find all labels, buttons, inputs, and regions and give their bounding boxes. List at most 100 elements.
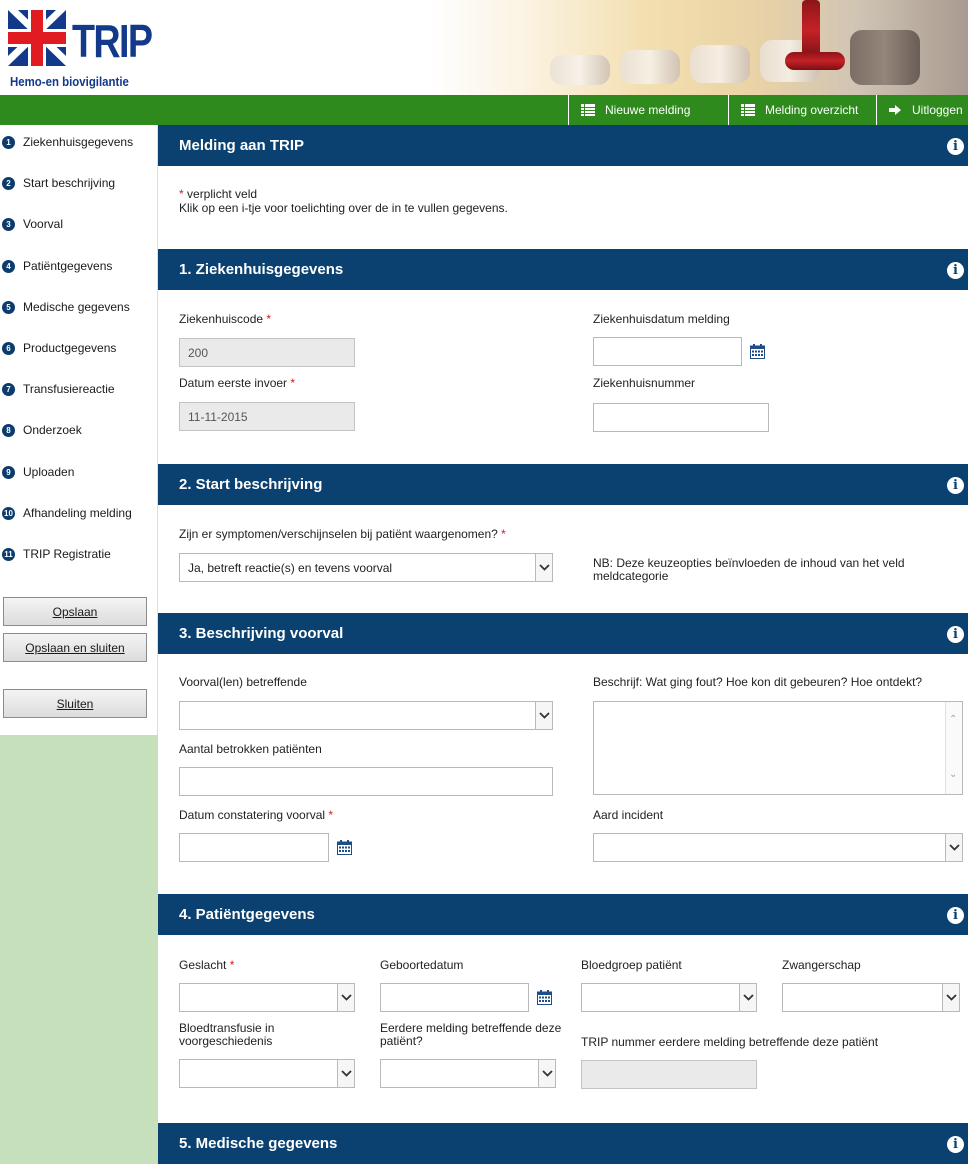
info-icon[interactable]: i	[947, 137, 964, 155]
scroll-up-icon[interactable]: ⌃	[949, 714, 957, 725]
sidebar-step[interactable]: 8 Onderzoek	[0, 415, 158, 445]
gender-select[interactable]	[179, 983, 355, 1012]
incidents-select[interactable]	[179, 701, 553, 730]
transfusion-history-select[interactable]	[179, 1059, 355, 1088]
logout-label: Uitloggen	[912, 103, 963, 117]
logo-text: TRIP	[72, 15, 153, 67]
step-label: Ziekenhuisgegevens	[23, 135, 134, 149]
sidebar-step[interactable]: 2 Start beschrijving	[0, 168, 158, 198]
close-button[interactable]: Sluiten	[3, 689, 147, 718]
section-title: 2. Start beschrijving	[179, 476, 323, 493]
step-number-badge: 10	[2, 506, 15, 520]
trip-number-field[interactable]	[581, 1060, 757, 1089]
info-instructions: Klik op een i-tje voor toelichting over …	[179, 201, 508, 215]
new-report-button[interactable]: Nieuwe melding	[568, 95, 728, 125]
section-title: 1. Ziekenhuisgegevens	[179, 261, 344, 278]
section-title: 3. Beschrijving voorval	[179, 625, 344, 642]
save-and-close-button[interactable]: Opslaan en sluiten	[3, 633, 147, 662]
section-header-hospital: 1. Ziekenhuisgegevens i	[158, 249, 968, 290]
incident-type-select[interactable]	[593, 833, 963, 862]
previous-report-label: Eerdere melding betreffende deze patiënt…	[380, 1021, 562, 1048]
info-icon[interactable]: i	[947, 261, 964, 279]
chevron-down-icon	[535, 702, 552, 729]
symptoms-label: Zijn er symptomen/verschijnselen bij pat…	[179, 527, 506, 541]
step-number-badge: 11	[2, 547, 15, 561]
hospital-code-field[interactable]: 200	[179, 338, 355, 367]
hospital-code-label: Ziekenhuiscode *	[179, 312, 272, 326]
step-label: Uploaden	[23, 465, 75, 479]
chevron-down-icon	[535, 554, 552, 581]
chevron-down-icon	[337, 1060, 354, 1087]
step-number-badge: 1	[2, 135, 15, 149]
birthdate-field[interactable]	[380, 983, 529, 1012]
symptoms-note: NB: Deze keuzeopties beïnvloeden de inho…	[593, 556, 905, 583]
main-form: Melding aan TRIP i * verplicht veld Klik…	[158, 125, 968, 1164]
info-icon[interactable]: i	[947, 476, 964, 494]
step-label: Transfusiereactie	[23, 382, 115, 396]
sidebar-step[interactable]: 6 Productgegevens	[0, 333, 158, 363]
step-number-badge: 8	[2, 423, 15, 437]
first-entry-date-field[interactable]: 11-11-2015	[179, 402, 355, 431]
patients-count-field[interactable]	[179, 767, 553, 796]
trip-logo[interactable]: TRIP Hemo-en biovigilantie	[6, 6, 166, 90]
step-number-badge: 6	[2, 341, 15, 355]
info-icon[interactable]: i	[947, 625, 964, 643]
step-label: Voorval	[23, 217, 64, 231]
chevron-down-icon	[538, 1060, 555, 1087]
sidebar-step[interactable]: 5 Medische gegevens	[0, 292, 158, 322]
step-label: Medische gegevens	[23, 300, 130, 314]
report-overview-label: Melding overzicht	[765, 103, 859, 117]
section-header-patient: 4. Patiëntgegevens i	[158, 894, 968, 935]
calendar-icon[interactable]	[537, 990, 552, 1005]
report-overview-button[interactable]: Melding overzicht	[728, 95, 876, 125]
sidebar-step[interactable]: 11 TRIP Registratie	[0, 539, 158, 569]
logo-cross-icon	[8, 10, 66, 66]
sidebar-step[interactable]: 7 Transfusiereactie	[0, 374, 158, 404]
scrollbar[interactable]: ⌃ ⌄	[945, 702, 962, 794]
header-photo	[430, 0, 968, 95]
logo-subtitle: Hemo-en biovigilantie	[10, 74, 129, 89]
section-title: 4. Patiëntgegevens	[179, 906, 315, 923]
detection-date-field[interactable]	[179, 833, 329, 862]
logout-button[interactable]: Uitloggen	[876, 95, 968, 125]
chevron-down-icon	[739, 984, 756, 1011]
step-number-badge: 9	[2, 465, 15, 479]
section-header-medical: 5. Medische gegevens i	[158, 1123, 968, 1164]
sidebar-step[interactable]: 9 Uploaden	[0, 457, 158, 487]
info-icon[interactable]: i	[947, 906, 964, 924]
bloodgroup-label: Bloedgroep patiënt	[581, 958, 682, 972]
save-button[interactable]: Opslaan	[3, 597, 147, 626]
calendar-icon[interactable]	[750, 344, 765, 359]
hospital-number-field[interactable]	[593, 403, 769, 432]
sidebar-step[interactable]: 10 Afhandeling melding	[0, 498, 158, 528]
info-icon[interactable]: i	[947, 1135, 964, 1153]
list-icon	[741, 104, 755, 116]
hospital-number-label: Ziekenhuisnummer	[593, 376, 696, 390]
new-report-label: Nieuwe melding	[605, 103, 691, 117]
previous-report-select[interactable]	[380, 1059, 556, 1088]
sidebar-step[interactable]: 3 Voorval	[0, 209, 158, 239]
report-date-label: Ziekenhuisdatum melding	[593, 312, 730, 326]
symptoms-selected-value: Ja, betreft reactie(s) en tevens voorval	[188, 560, 393, 575]
step-number-badge: 4	[2, 259, 15, 273]
step-label: Start beschrijving	[23, 176, 116, 190]
sidebar-step[interactable]: 4 Patiëntgegevens	[0, 251, 158, 281]
chevron-down-icon	[337, 984, 354, 1011]
section-header-incident-description: 3. Beschrijving voorval i	[158, 613, 968, 654]
step-label: Patiëntgegevens	[23, 259, 113, 273]
pregnancy-select[interactable]	[782, 983, 960, 1012]
incident-description-textarea[interactable]: ⌃ ⌄	[593, 701, 963, 795]
sidebar-step[interactable]: 1 Ziekenhuisgegevens	[0, 127, 158, 157]
calendar-icon[interactable]	[337, 840, 352, 855]
scroll-down-icon[interactable]: ⌄	[949, 769, 957, 780]
section-header-start-description: 2. Start beschrijving i	[158, 464, 968, 505]
step-label: Productgegevens	[23, 341, 117, 355]
symptoms-select[interactable]: Ja, betreft reactie(s) en tevens voorval	[179, 553, 553, 582]
first-entry-date-label: Datum eerste invoer *	[179, 376, 296, 390]
step-number-badge: 2	[2, 176, 15, 190]
describe-label: Beschrijf: Wat ging fout? Hoe kon dit ge…	[593, 675, 923, 689]
section-title: Melding aan TRIP	[179, 137, 305, 154]
bloodgroup-select[interactable]	[581, 983, 757, 1012]
report-date-field[interactable]	[593, 337, 742, 366]
section-header-intro: Melding aan TRIP i	[158, 125, 968, 166]
